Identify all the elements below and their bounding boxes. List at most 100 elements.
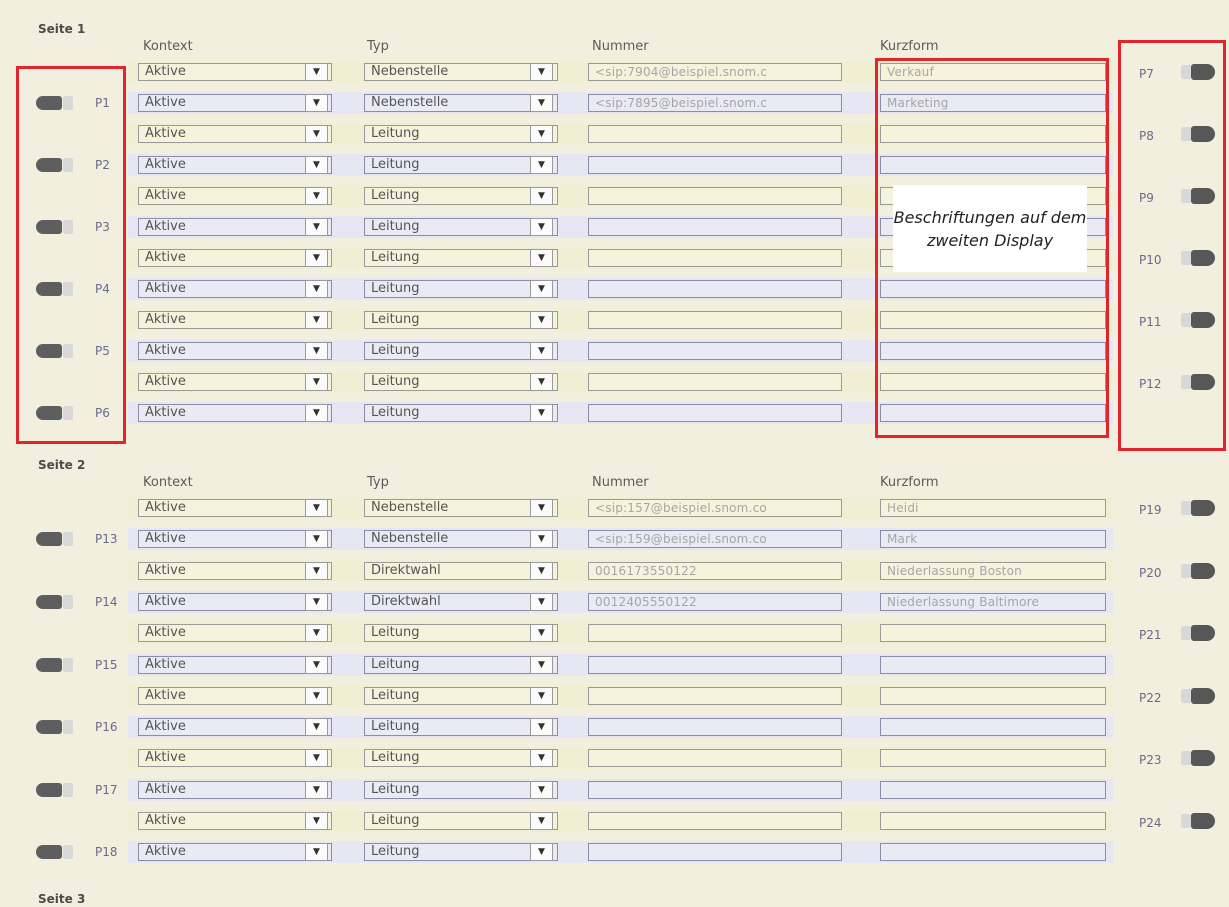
chevron-down-icon[interactable]: ▼ <box>305 218 328 236</box>
kontext-select[interactable]: Aktive <box>138 655 332 674</box>
kurzform-field[interactable] <box>880 686 1106 705</box>
nummer-field[interactable] <box>588 311 842 329</box>
chevron-down-icon[interactable]: ▼ <box>530 530 553 549</box>
chevron-down-icon[interactable]: ▼ <box>305 63 328 81</box>
chevron-down-icon[interactable]: ▼ <box>305 187 328 205</box>
chevron-down-icon[interactable]: ▼ <box>305 718 328 737</box>
function-key-icon[interactable] <box>36 593 78 611</box>
chevron-down-icon[interactable]: ▼ <box>305 592 328 611</box>
function-key-icon[interactable] <box>1181 748 1215 768</box>
chevron-down-icon[interactable]: ▼ <box>530 94 553 112</box>
kontext-select[interactable]: Aktive <box>138 780 332 799</box>
function-key-icon[interactable] <box>1181 561 1215 581</box>
kontext-select[interactable]: Aktive <box>138 686 332 705</box>
chevron-down-icon[interactable]: ▼ <box>530 780 553 799</box>
kontext-select[interactable]: Aktive <box>138 749 332 768</box>
nummer-field[interactable] <box>588 624 842 643</box>
nummer-field[interactable]: <sip:157@beispiel.snom.co <box>588 499 842 517</box>
kontext-select[interactable]: Aktive <box>138 342 332 360</box>
nummer-field[interactable] <box>588 280 842 298</box>
chevron-down-icon[interactable]: ▼ <box>530 812 553 830</box>
chevron-down-icon[interactable]: ▼ <box>305 530 328 549</box>
typ-select[interactable]: Leitung <box>364 624 558 643</box>
typ-select[interactable]: Leitung <box>364 655 558 674</box>
kontext-select[interactable]: Aktive <box>138 218 332 236</box>
nummer-field[interactable] <box>588 156 842 174</box>
function-key-icon[interactable] <box>1181 811 1215 831</box>
kontext-select[interactable]: Aktive <box>138 499 332 517</box>
nummer-field[interactable]: 0012405550122 <box>588 592 842 611</box>
typ-select[interactable]: Nebenstelle <box>364 530 558 549</box>
nummer-field[interactable] <box>588 373 842 391</box>
chevron-down-icon[interactable]: ▼ <box>305 280 328 298</box>
nummer-field[interactable] <box>588 812 842 830</box>
chevron-down-icon[interactable]: ▼ <box>530 218 553 236</box>
nummer-field[interactable]: 0016173550122 <box>588 561 842 580</box>
chevron-down-icon[interactable]: ▼ <box>530 749 553 768</box>
kurzform-field[interactable] <box>880 812 1106 830</box>
kontext-select[interactable]: Aktive <box>138 561 332 580</box>
typ-select[interactable]: Leitung <box>364 780 558 799</box>
function-key-icon[interactable] <box>36 781 78 799</box>
chevron-down-icon[interactable]: ▼ <box>305 655 328 674</box>
chevron-down-icon[interactable]: ▼ <box>305 843 328 862</box>
kontext-select[interactable]: Aktive <box>138 373 332 391</box>
chevron-down-icon[interactable]: ▼ <box>305 686 328 705</box>
typ-select[interactable]: Leitung <box>364 812 558 830</box>
nummer-field[interactable] <box>588 249 842 267</box>
function-key-icon[interactable] <box>1181 686 1215 706</box>
function-key-icon[interactable] <box>36 530 78 548</box>
typ-select[interactable]: Direktwahl <box>364 561 558 580</box>
kurzform-field[interactable] <box>880 624 1106 643</box>
nummer-field[interactable] <box>588 655 842 674</box>
typ-select[interactable]: Leitung <box>364 404 558 422</box>
chevron-down-icon[interactable]: ▼ <box>530 249 553 267</box>
nummer-field[interactable] <box>588 187 842 205</box>
kontext-select[interactable]: Aktive <box>138 280 332 298</box>
kontext-select[interactable]: Aktive <box>138 63 332 81</box>
kontext-select[interactable]: Aktive <box>138 592 332 611</box>
chevron-down-icon[interactable]: ▼ <box>305 780 328 799</box>
chevron-down-icon[interactable]: ▼ <box>305 373 328 391</box>
typ-select[interactable]: Direktwahl <box>364 592 558 611</box>
kurzform-field[interactable] <box>880 843 1106 862</box>
nummer-field[interactable]: <sip:159@beispiel.snom.co <box>588 530 842 549</box>
chevron-down-icon[interactable]: ▼ <box>530 280 553 298</box>
nummer-field[interactable] <box>588 342 842 360</box>
kurzform-field[interactable] <box>880 655 1106 674</box>
typ-select[interactable]: Leitung <box>364 218 558 236</box>
typ-select[interactable]: Leitung <box>364 373 558 391</box>
nummer-field[interactable] <box>588 404 842 422</box>
chevron-down-icon[interactable]: ▼ <box>530 624 553 643</box>
kurzform-field[interactable]: Heidi <box>880 499 1106 517</box>
typ-select[interactable]: Leitung <box>364 125 558 143</box>
typ-select[interactable]: Nebenstelle <box>364 63 558 81</box>
typ-select[interactable]: Leitung <box>364 718 558 737</box>
typ-select[interactable]: Leitung <box>364 156 558 174</box>
typ-select[interactable]: Leitung <box>364 249 558 267</box>
nummer-field[interactable] <box>588 843 842 862</box>
typ-select[interactable]: Leitung <box>364 843 558 862</box>
typ-select[interactable]: Leitung <box>364 311 558 329</box>
chevron-down-icon[interactable]: ▼ <box>530 718 553 737</box>
nummer-field[interactable] <box>588 125 842 143</box>
typ-select[interactable]: Leitung <box>364 749 558 768</box>
chevron-down-icon[interactable]: ▼ <box>530 156 553 174</box>
chevron-down-icon[interactable]: ▼ <box>305 404 328 422</box>
typ-select[interactable]: Nebenstelle <box>364 499 558 517</box>
chevron-down-icon[interactable]: ▼ <box>305 94 328 112</box>
nummer-field[interactable]: <sip:7904@beispiel.snom.c <box>588 63 842 81</box>
kurzform-field[interactable]: Mark <box>880 530 1106 549</box>
chevron-down-icon[interactable]: ▼ <box>530 655 553 674</box>
kontext-select[interactable]: Aktive <box>138 187 332 205</box>
function-key-icon[interactable] <box>36 718 78 736</box>
function-key-icon[interactable] <box>36 656 78 674</box>
chevron-down-icon[interactable]: ▼ <box>530 311 553 329</box>
nummer-field[interactable] <box>588 718 842 737</box>
chevron-down-icon[interactable]: ▼ <box>305 561 328 580</box>
nummer-field[interactable] <box>588 749 842 768</box>
kontext-select[interactable]: Aktive <box>138 249 332 267</box>
typ-select[interactable]: Nebenstelle <box>364 94 558 112</box>
kontext-select[interactable]: Aktive <box>138 812 332 830</box>
chevron-down-icon[interactable]: ▼ <box>305 249 328 267</box>
